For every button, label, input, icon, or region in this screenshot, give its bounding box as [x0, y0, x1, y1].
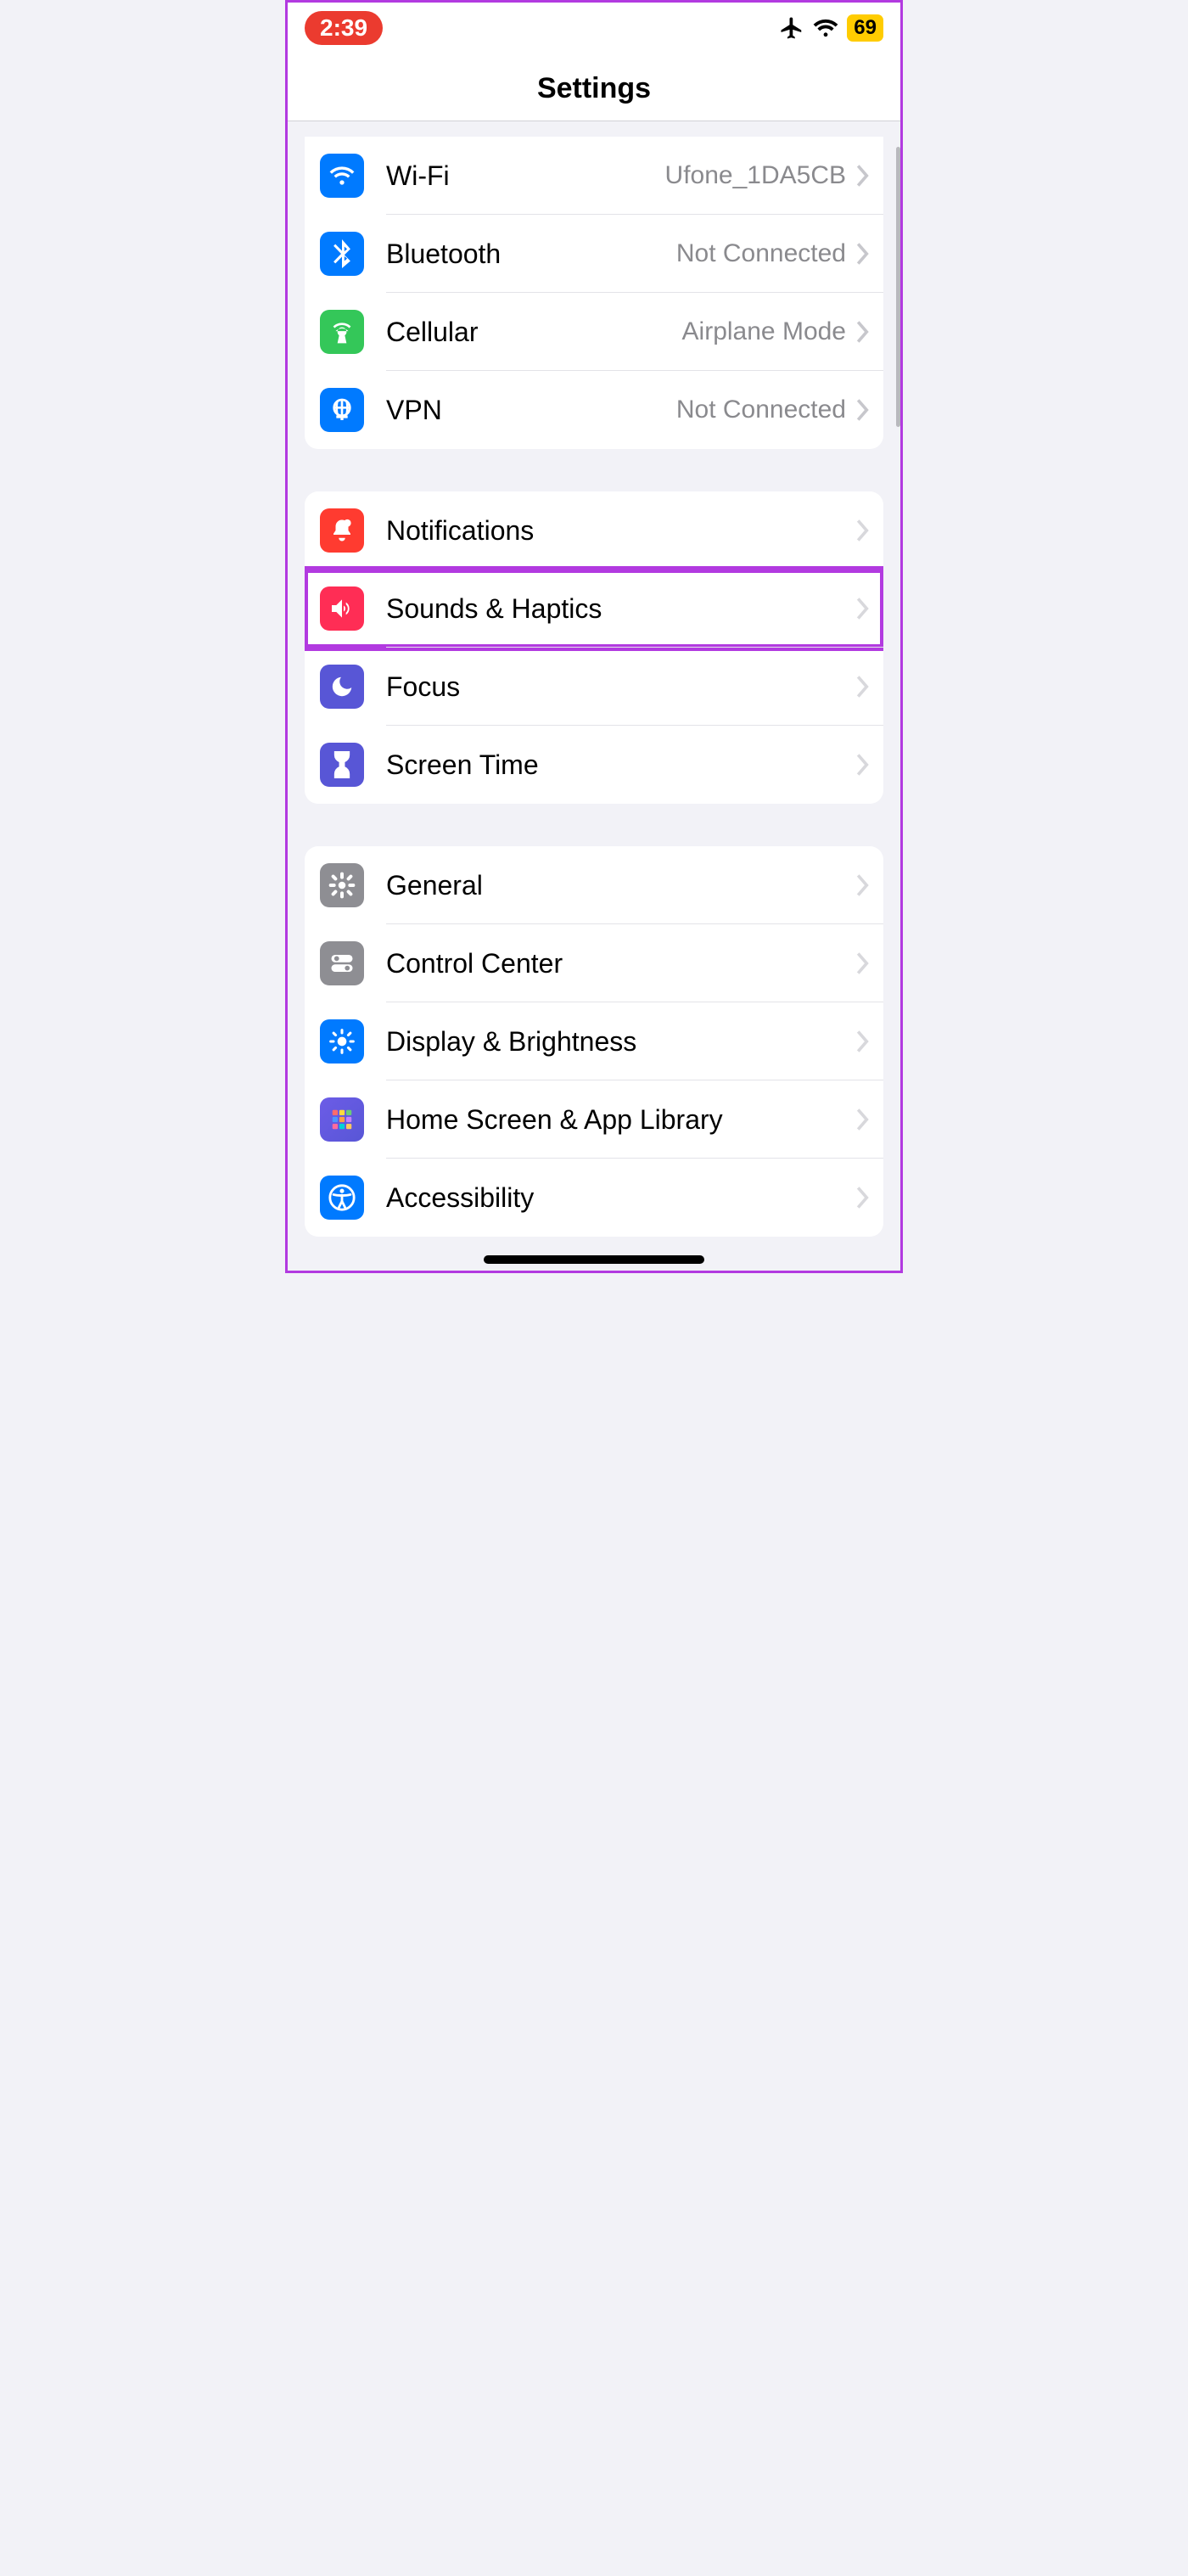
status-time: 2:39: [305, 11, 383, 45]
accessibility-icon: [320, 1176, 364, 1220]
settings-row-bluetooth[interactable]: Bluetooth Not Connected: [305, 215, 883, 293]
settings-row-notifications[interactable]: Notifications: [305, 491, 883, 570]
row-label: VPN: [386, 395, 676, 426]
home-indicator[interactable]: [484, 1255, 704, 1264]
page-title: Settings: [288, 72, 900, 105]
row-label: Bluetooth: [386, 239, 676, 270]
row-label: Cellular: [386, 317, 682, 348]
chevron-right-icon: [856, 874, 870, 896]
status-bar: 2:39 69: [288, 3, 900, 50]
display-brightness-icon: [320, 1019, 364, 1064]
row-label: Sounds & Haptics: [386, 593, 856, 625]
row-label: Home Screen & App Library: [386, 1104, 856, 1136]
settings-row-accessibility[interactable]: Accessibility: [305, 1159, 883, 1237]
settings-row-wifi[interactable]: Wi-Fi Ufone_1DA5CB: [305, 137, 883, 215]
chevron-right-icon: [856, 598, 870, 620]
settings-row-display-brightness[interactable]: Display & Brightness: [305, 1002, 883, 1080]
vpn-icon: [320, 388, 364, 432]
settings-row-cellular[interactable]: Cellular Airplane Mode: [305, 293, 883, 371]
row-label: Accessibility: [386, 1182, 856, 1214]
settings-row-focus[interactable]: Focus: [305, 648, 883, 726]
home-screen-icon: [320, 1097, 364, 1142]
row-label: Control Center: [386, 948, 856, 979]
control-center-icon: [320, 941, 364, 985]
chevron-right-icon: [856, 519, 870, 542]
settings-group-connectivity: Wi-Fi Ufone_1DA5CB Bluetooth Not Connect…: [305, 137, 883, 449]
airplane-icon: [779, 15, 804, 41]
chevron-right-icon: [856, 952, 870, 974]
row-label: Notifications: [386, 515, 856, 547]
battery-indicator: 69: [847, 14, 883, 42]
settings-row-screen-time[interactable]: Screen Time: [305, 726, 883, 804]
screen-time-icon: [320, 743, 364, 787]
chevron-right-icon: [856, 1030, 870, 1052]
chevron-right-icon: [856, 676, 870, 698]
settings-group-notifications: Notifications Sounds & Haptics Focus Scr…: [305, 491, 883, 804]
chevron-right-icon: [856, 321, 870, 343]
chevron-right-icon: [856, 754, 870, 776]
chevron-right-icon: [856, 165, 870, 187]
chevron-right-icon: [856, 399, 870, 421]
row-value: Not Connected: [676, 396, 846, 424]
settings-group-general: General Control Center Display & Brightn…: [305, 846, 883, 1237]
row-label: General: [386, 870, 856, 901]
status-icons: 69: [779, 14, 883, 42]
row-value: Not Connected: [676, 239, 846, 268]
row-label: Focus: [386, 671, 856, 703]
settings-row-general[interactable]: General: [305, 846, 883, 924]
nav-header: Settings: [288, 50, 900, 121]
cellular-icon: [320, 310, 364, 354]
scroll-indicator[interactable]: [896, 147, 900, 427]
sounds-icon: [320, 586, 364, 631]
row-label: Display & Brightness: [386, 1026, 856, 1058]
general-icon: [320, 863, 364, 907]
notifications-icon: [320, 508, 364, 553]
chevron-right-icon: [856, 1108, 870, 1131]
wifi-icon: [320, 154, 364, 198]
wifi-icon: [813, 18, 838, 38]
chevron-right-icon: [856, 243, 870, 265]
row-label: Screen Time: [386, 749, 856, 781]
bluetooth-icon: [320, 232, 364, 276]
row-value: Ufone_1DA5CB: [665, 161, 846, 190]
settings-row-vpn[interactable]: VPN Not Connected: [305, 371, 883, 449]
chevron-right-icon: [856, 1187, 870, 1209]
settings-content: Wi-Fi Ufone_1DA5CB Bluetooth Not Connect…: [288, 137, 900, 1271]
settings-row-home-screen[interactable]: Home Screen & App Library: [305, 1080, 883, 1159]
focus-icon: [320, 665, 364, 709]
settings-row-control-center[interactable]: Control Center: [305, 924, 883, 1002]
settings-row-sounds-haptics[interactable]: Sounds & Haptics: [305, 570, 883, 648]
row-label: Wi-Fi: [386, 160, 665, 192]
row-value: Airplane Mode: [682, 317, 846, 346]
